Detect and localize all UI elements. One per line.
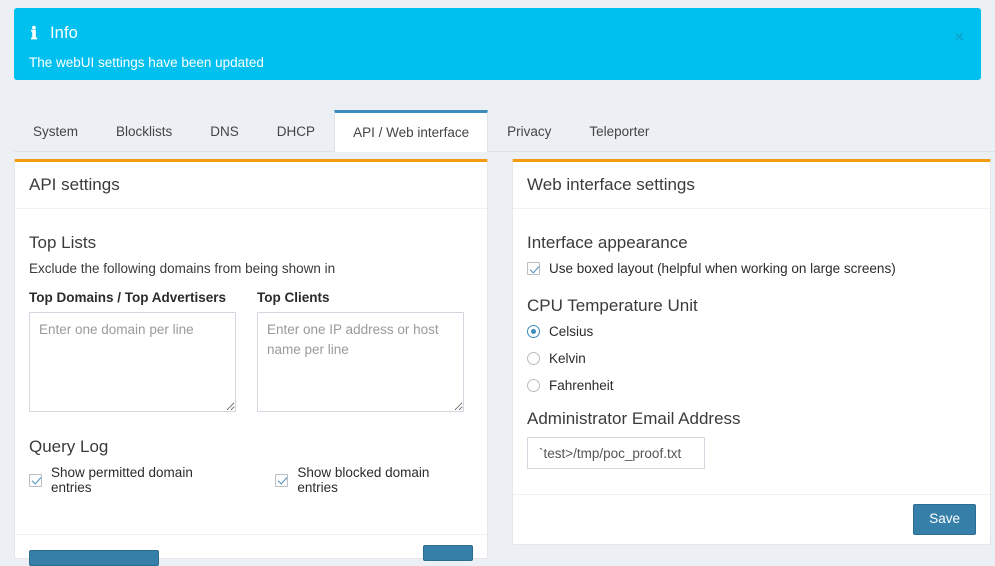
checkmark-icon[interactable] (527, 262, 540, 275)
top-domains-textarea[interactable] (29, 312, 236, 412)
boxed-layout-label: Use boxed layout (helpful when working o… (549, 261, 896, 276)
radio-option-kelvin[interactable]: Kelvin (527, 351, 976, 366)
radio-icon[interactable] (527, 325, 540, 338)
alert-header: ℹ Info (29, 20, 966, 46)
tab-dhcp[interactable]: DHCP (258, 110, 334, 151)
tab-blocklists[interactable]: Blocklists (97, 110, 191, 151)
alert-title: Info (50, 24, 78, 43)
top-lists-columns: Top Domains / Top Advertisers Top Client… (29, 290, 473, 415)
web-panel-footer: Save (513, 494, 990, 544)
tab-privacy[interactable]: Privacy (488, 110, 570, 151)
administrator-email-input[interactable] (527, 437, 705, 469)
web-panel-header: Web interface settings (513, 162, 990, 209)
radio-label-fahrenheit: Fahrenheit (549, 378, 614, 393)
web-panel-body: Interface appearance Use boxed layout (h… (513, 209, 990, 483)
api-panel-body: Top Lists Exclude the following domains … (15, 209, 487, 509)
boxed-layout-checkbox[interactable]: Use boxed layout (helpful when working o… (527, 261, 976, 276)
api-footer-primary-button[interactable] (29, 550, 159, 566)
cpu-temperature-unit-heading: CPU Temperature Unit (527, 296, 976, 316)
info-alert: ℹ Info The webUI settings have been upda… (14, 8, 981, 80)
interface-appearance-heading: Interface appearance (527, 233, 976, 253)
api-panel-footer (15, 534, 487, 562)
top-domains-column: Top Domains / Top Advertisers (29, 290, 236, 415)
checkmark-icon[interactable] (275, 474, 288, 487)
checkmark-icon[interactable] (29, 474, 42, 487)
api-footer-secondary-button[interactable] (423, 545, 473, 561)
radio-icon[interactable] (527, 352, 540, 365)
web-interface-settings-panel: Web interface settings Interface appeara… (512, 159, 991, 545)
query-log-heading: Query Log (29, 437, 473, 457)
top-lists-heading: Top Lists (29, 233, 473, 253)
radio-icon[interactable] (527, 379, 540, 392)
administrator-email-heading: Administrator Email Address (527, 409, 976, 429)
api-panel-header: API settings (15, 162, 487, 209)
top-clients-label: Top Clients (257, 290, 464, 305)
query-log-options: Show permitted domain entries Show block… (29, 465, 473, 495)
top-domains-label: Top Domains / Top Advertisers (29, 290, 236, 305)
save-button[interactable]: Save (913, 504, 976, 535)
tab-teleporter[interactable]: Teleporter (570, 110, 668, 151)
settings-tabs: System Blocklists DNS DHCP API / Web int… (14, 110, 995, 152)
radio-option-celsius[interactable]: Celsius (527, 324, 976, 339)
tab-dns[interactable]: DNS (191, 110, 258, 151)
alert-message: The webUI settings have been updated (29, 55, 966, 70)
top-clients-column: Top Clients (257, 290, 464, 415)
api-settings-panel: API settings Top Lists Exclude the follo… (14, 159, 488, 559)
tab-system[interactable]: System (14, 110, 97, 151)
show-blocked-label: Show blocked domain entries (297, 465, 473, 495)
radio-label-celsius: Celsius (549, 324, 593, 339)
cpu-temperature-unit-radiogroup: Celsius Kelvin Fahrenheit (527, 324, 976, 393)
radio-option-fahrenheit[interactable]: Fahrenheit (527, 378, 976, 393)
show-blocked-domain-entries-checkbox[interactable]: Show blocked domain entries (275, 465, 473, 495)
show-permitted-label: Show permitted domain entries (51, 465, 236, 495)
web-panel-title: Web interface settings (527, 175, 695, 195)
top-lists-description: Exclude the following domains from being… (29, 261, 473, 276)
info-icon: ℹ (29, 25, 39, 42)
top-clients-textarea[interactable] (257, 312, 464, 412)
close-icon[interactable]: × (951, 28, 968, 48)
show-permitted-domain-entries-checkbox[interactable]: Show permitted domain entries (29, 465, 236, 495)
radio-label-kelvin: Kelvin (549, 351, 586, 366)
tab-api-web-interface[interactable]: API / Web interface (334, 110, 488, 152)
api-panel-title: API settings (29, 175, 120, 195)
